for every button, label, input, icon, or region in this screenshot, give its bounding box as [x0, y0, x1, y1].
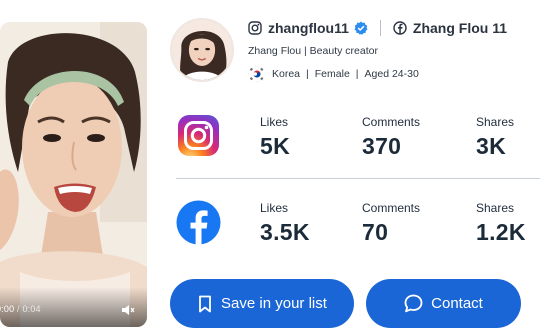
profile-age: Aged 24-30 [364, 68, 419, 80]
facebook-comments-stat: Comments 70 [362, 201, 420, 246]
stat-value: 3.5K [260, 219, 310, 245]
profile-demographics: Korea | Female | Aged 24-30 [248, 66, 419, 82]
facebook-likes-stat: Likes 3.5K [260, 201, 310, 246]
instagram-shares-stat: Shares 3K [476, 115, 514, 160]
stat-label: Likes [260, 115, 289, 129]
stat-label: Comments [362, 201, 421, 215]
separator: | [355, 68, 359, 80]
save-in-list-button[interactable]: Save in your list [170, 279, 354, 328]
stat-value: 370 [362, 133, 402, 159]
stat-label: Likes [260, 201, 289, 215]
divider [176, 178, 540, 179]
avatar-image [172, 20, 232, 80]
stat-label: Comments [362, 115, 421, 129]
video-duration: 0:04 [22, 304, 41, 314]
stat-label: Shares [476, 201, 515, 215]
facebook-shares-stat: Shares 1.2K [476, 201, 526, 246]
profile-bio: Zhang Flou | Beauty creator [248, 45, 378, 57]
profile-country: Korea [272, 68, 301, 80]
profile-handles: zhangflou11 Zhang Flou 11 [248, 18, 507, 38]
stat-label: Shares [476, 115, 515, 129]
video-current-time: 0:00 [0, 304, 15, 314]
facebook-icon [176, 200, 221, 245]
profile-gender: Female [314, 68, 350, 80]
save-button-label: Save in your list [221, 295, 327, 312]
instagram-handle[interactable]: zhangflou11 [268, 20, 349, 36]
avatar [170, 18, 234, 82]
instagram-comments-stat: Comments 370 [362, 115, 420, 160]
stat-value: 5K [260, 133, 291, 159]
volume-muted-icon[interactable] [121, 304, 135, 316]
video-timestamp: 0:00 / 0:04 [0, 304, 41, 314]
instagram-outline-icon [248, 21, 262, 35]
facebook-outline-icon [393, 21, 407, 35]
instagram-likes-stat: Likes 5K [260, 115, 290, 160]
contact-button-label: Contact [431, 295, 483, 312]
stat-value: 70 [362, 219, 389, 245]
stat-value: 3K [476, 133, 507, 159]
video-frame-creator [0, 22, 147, 327]
verified-badge-icon [354, 21, 368, 35]
chat-bubble-icon [404, 294, 423, 313]
contact-button[interactable]: Contact [366, 279, 521, 328]
handle-divider [379, 20, 381, 36]
facebook-name[interactable]: Zhang Flou 11 [413, 20, 507, 36]
bookmark-icon [199, 295, 211, 312]
separator: | [306, 68, 309, 80]
video-player[interactable]: 0:00 / 0:04 [0, 22, 147, 327]
south-korea-flag-icon [248, 66, 266, 82]
instagram-icon [178, 115, 219, 156]
stat-value: 1.2K [476, 219, 526, 245]
